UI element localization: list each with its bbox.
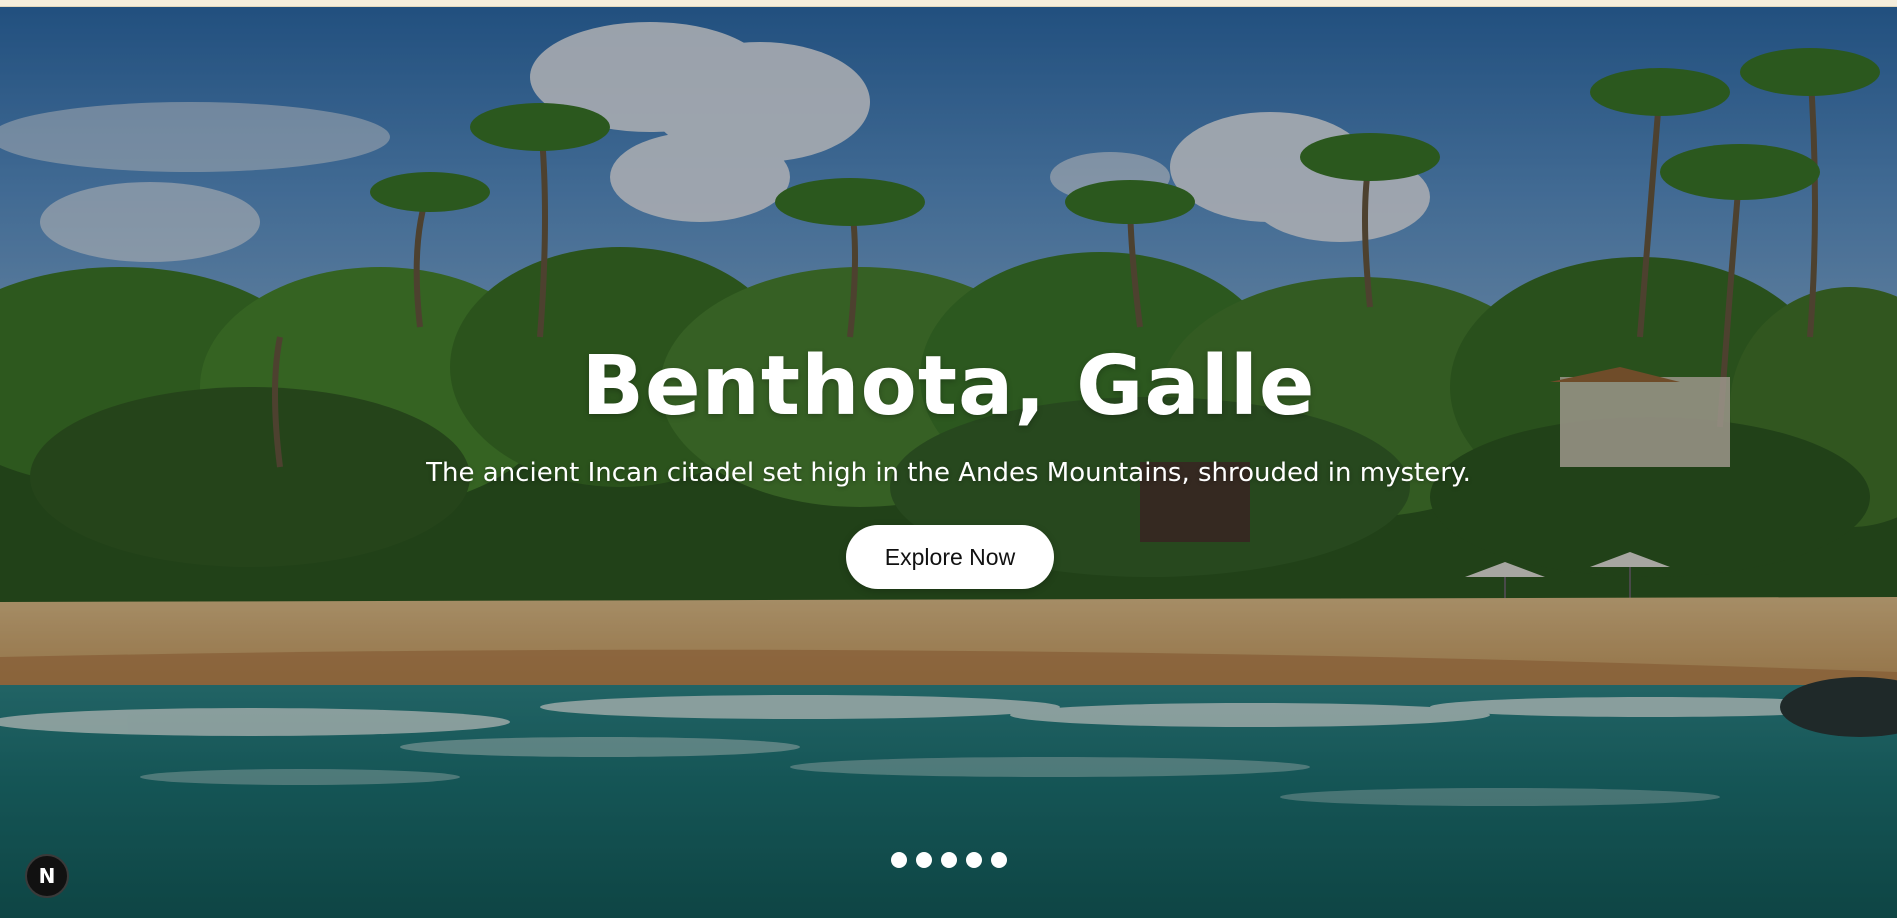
explore-now-button[interactable]: Explore Now — [846, 525, 1054, 589]
hero-title: Benthota, Galle — [581, 339, 1316, 434]
nextjs-logo-icon: N — [38, 864, 56, 888]
carousel-dot-5[interactable] — [990, 852, 1007, 868]
top-border-strip — [0, 0, 1897, 7]
carousel-dot-1[interactable] — [890, 852, 907, 868]
hero-section: Benthota, Galle The ancient Incan citade… — [0, 7, 1897, 918]
carousel-dot-3[interactable] — [940, 852, 957, 868]
carousel-dot-2[interactable] — [915, 852, 932, 868]
carousel-dot-4[interactable] — [965, 852, 982, 868]
carousel-dots — [0, 852, 1897, 868]
hero-content: Benthota, Galle The ancient Incan citade… — [0, 7, 1897, 918]
hero-subtitle: The ancient Incan citadel set high in th… — [426, 458, 1471, 488]
nextjs-dev-badge[interactable]: N — [25, 854, 69, 898]
